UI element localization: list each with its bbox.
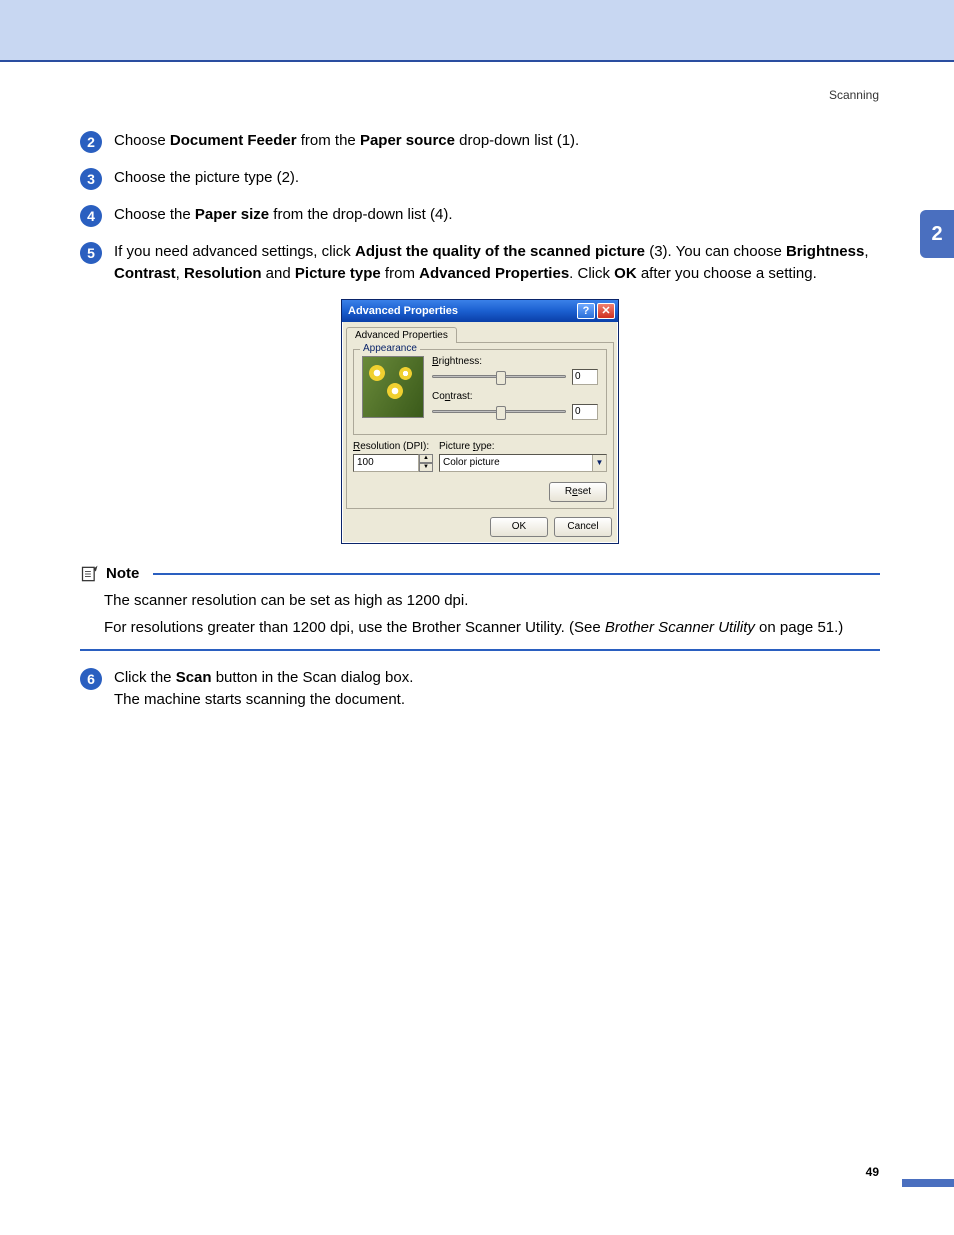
brightness-label: Brightness: xyxy=(432,356,598,367)
t: Reset xyxy=(565,486,591,497)
note-block: Note The scanner resolution can be set a… xyxy=(80,564,880,652)
contrast-value[interactable]: 0 xyxy=(572,404,598,420)
step-text: Choose Document Feeder from the Paper so… xyxy=(114,130,880,152)
brightness-value[interactable]: 0 xyxy=(572,369,598,385)
note-text: For resolutions greater than 1200 dpi, u… xyxy=(104,617,880,639)
t: Picture xyxy=(439,441,473,452)
slider-thumb[interactable] xyxy=(496,371,506,385)
step-bullet: 6 xyxy=(80,668,102,690)
step-5: 5 If you need advanced settings, click A… xyxy=(80,241,880,285)
t: rightness: xyxy=(439,356,482,367)
tab-advanced-properties[interactable]: Advanced Properties xyxy=(346,327,457,343)
t: For resolutions greater than 1200 dpi, u… xyxy=(104,619,605,636)
page-number: 49 xyxy=(866,1165,879,1179)
top-band xyxy=(0,0,954,62)
t: If you need advanced settings, click xyxy=(114,243,355,260)
t: OK xyxy=(614,265,637,282)
brightness-slider[interactable] xyxy=(432,375,566,378)
advanced-properties-dialog: Advanced Properties ? ✕ Advanced Propert… xyxy=(341,299,619,544)
t: trast: xyxy=(450,391,472,402)
step-bullet: 5 xyxy=(80,242,102,264)
appearance-group: Appearance Brightness: 0 xyxy=(353,349,607,435)
t: , xyxy=(176,265,184,282)
t: Document Feeder xyxy=(170,132,297,149)
t: Scan xyxy=(176,669,212,686)
step-text: If you need advanced settings, click Adj… xyxy=(114,241,880,285)
resolution-value[interactable]: 100 xyxy=(353,454,419,472)
contrast-slider[interactable] xyxy=(432,410,566,413)
t: Picture type xyxy=(295,265,381,282)
step-4: 4 Choose the Paper size from the drop-do… xyxy=(80,204,880,227)
step-bullet: 4 xyxy=(80,205,102,227)
help-button[interactable]: ? xyxy=(577,303,595,319)
t: button in the Scan dialog box. xyxy=(212,669,414,686)
page-stub xyxy=(902,1179,954,1187)
step-2: 2 Choose Document Feeder from the Paper … xyxy=(80,130,880,153)
tab-strip: Advanced Properties xyxy=(342,322,618,342)
t: esolution (DPI): xyxy=(360,441,429,452)
t: and xyxy=(262,265,295,282)
t: Click the xyxy=(114,669,176,686)
group-legend: Appearance xyxy=(360,343,420,354)
t: from the xyxy=(297,132,360,149)
t: ype: xyxy=(476,441,495,452)
preview-thumbnail xyxy=(362,356,424,418)
step-bullet: 3 xyxy=(80,168,102,190)
reset-button[interactable]: Reset xyxy=(549,482,607,502)
picture-type-combo[interactable]: Color picture ▼ xyxy=(439,454,607,472)
t: Co xyxy=(432,391,445,402)
dialog-panel: Appearance Brightness: 0 xyxy=(346,342,614,509)
titlebar[interactable]: Advanced Properties ? ✕ xyxy=(342,300,618,322)
close-button[interactable]: ✕ xyxy=(597,303,615,319)
t: Brightness xyxy=(786,243,864,260)
step-text: Choose the picture type (2). xyxy=(114,167,880,189)
ok-button[interactable]: OK xyxy=(490,517,548,537)
step-text: Choose the Paper size from the drop-down… xyxy=(114,204,880,226)
cancel-button[interactable]: Cancel xyxy=(554,517,612,537)
spin-down-icon[interactable]: ▼ xyxy=(419,463,433,472)
chapter-tab: 2 xyxy=(920,210,954,258)
step-bullet: 2 xyxy=(80,131,102,153)
t: . Click xyxy=(569,265,614,282)
note-title: Note xyxy=(106,565,139,582)
t: Choose xyxy=(114,132,170,149)
t: on page 51.) xyxy=(755,619,843,636)
t: , xyxy=(864,243,868,260)
resolution-label: Resolution (DPI): xyxy=(353,441,433,452)
note-text: The scanner resolution can be set as hig… xyxy=(104,590,880,612)
divider xyxy=(153,573,880,575)
section-name: Scanning xyxy=(829,88,879,102)
t: Contrast xyxy=(114,265,176,282)
divider xyxy=(80,649,880,651)
note-icon xyxy=(80,564,100,584)
t: from the drop-down list (4). xyxy=(269,206,452,223)
step-6: 6 Click the Scan button in the Scan dial… xyxy=(80,667,880,711)
t: (3). You can choose xyxy=(645,243,786,260)
reference-link: Brother Scanner Utility xyxy=(605,619,755,636)
dialog-title: Advanced Properties xyxy=(348,305,458,317)
page-content: 2 Choose Document Feeder from the Paper … xyxy=(80,130,880,725)
picture-type-label: Picture type: xyxy=(439,441,607,452)
t: Advanced Properties xyxy=(419,265,569,282)
t: Resolution xyxy=(184,265,262,282)
t: The machine starts scanning the document… xyxy=(114,691,405,708)
slider-thumb[interactable] xyxy=(496,406,506,420)
resolution-spinner[interactable]: 100 ▲ ▼ xyxy=(353,454,433,472)
t: Adjust the quality of the scanned pictur… xyxy=(355,243,645,260)
t: drop-down list (1). xyxy=(455,132,579,149)
chevron-down-icon[interactable]: ▼ xyxy=(592,455,606,471)
contrast-label: Contrast: xyxy=(432,391,598,402)
picture-type-value: Color picture xyxy=(443,457,500,468)
step-text: Click the Scan button in the Scan dialog… xyxy=(114,667,880,711)
t: after you choose a setting. xyxy=(637,265,817,282)
t: Paper size xyxy=(195,206,269,223)
t: from xyxy=(381,265,419,282)
step-3: 3 Choose the picture type (2). xyxy=(80,167,880,190)
t: Paper source xyxy=(360,132,455,149)
spin-up-icon[interactable]: ▲ xyxy=(419,454,433,463)
t: Choose the xyxy=(114,206,195,223)
